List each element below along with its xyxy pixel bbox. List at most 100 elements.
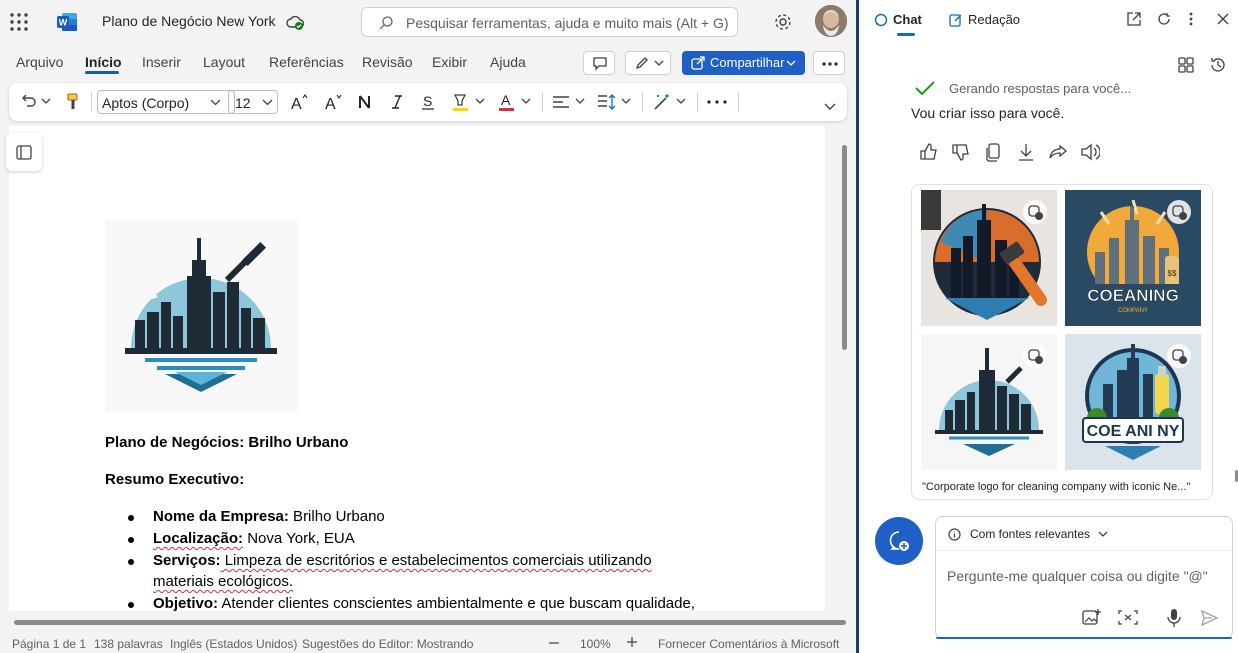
chevron-down-icon[interactable] <box>676 98 686 118</box>
bullet-marker <box>128 537 134 543</box>
share-icon <box>691 56 706 70</box>
generated-image-skyline-squeegee[interactable] <box>921 334 1057 470</box>
tab-revisao[interactable]: Revisão <box>362 54 413 70</box>
document-heading[interactable]: Plano de Negócios: Brilho Urbano <box>105 434 348 451</box>
copy-icon[interactable] <box>984 142 1004 162</box>
undo-icon[interactable] <box>19 92 37 112</box>
more-commands-icon[interactable] <box>707 100 727 120</box>
sources-dropdown[interactable]: Com fontes relevantes <box>936 517 1232 551</box>
svg-text:A: A <box>325 96 336 112</box>
chevron-down-icon <box>786 60 796 67</box>
tab-redacao[interactable]: Redação <box>968 12 1020 27</box>
plugins-grid-icon[interactable] <box>1177 56 1195 74</box>
settings-gear-icon[interactable] <box>773 12 793 32</box>
tab-referencias[interactable]: Referências <box>269 54 344 70</box>
grow-font-icon[interactable]: A <box>290 92 310 112</box>
list-item-continuation[interactable]: materiais ecológicos. <box>153 573 293 590</box>
list-item-label: Serviços: <box>153 552 221 569</box>
history-icon[interactable] <box>1209 56 1227 74</box>
chat-input-placeholder[interactable]: Pergunte-me qualquer coisa ou digite "@" <box>947 568 1208 584</box>
chevron-down-icon[interactable] <box>521 98 531 118</box>
expand-ribbon-chevron-icon[interactable] <box>824 103 836 123</box>
word-logo-icon[interactable]: W <box>56 11 78 33</box>
zoom-in-icon[interactable] <box>626 636 638 648</box>
tab-inserir[interactable]: Inserir <box>142 54 181 70</box>
zoom-out-icon[interactable] <box>548 634 560 648</box>
underline-icon[interactable]: S <box>421 92 435 112</box>
tab-layout[interactable]: Layout <box>203 54 245 70</box>
shrink-font-icon[interactable]: A <box>324 92 344 112</box>
chevron-down-icon[interactable] <box>621 98 631 118</box>
title-bar: W Plano de Negócio New York Pesquisar fe… <box>0 0 856 44</box>
list-item-text: Atender clientes conscientes ambientalme… <box>218 595 695 611</box>
list-item[interactable]: Nome da Empresa: Brilho Urbano <box>153 508 385 525</box>
comments-button[interactable] <box>583 51 615 75</box>
share-button[interactable]: Compartilhar <box>682 51 805 75</box>
navigation-pane-button[interactable] <box>6 133 42 171</box>
read-aloud-speaker-icon[interactable] <box>1080 142 1100 162</box>
generated-image-skyline-brush[interactable] <box>921 190 1057 326</box>
editor-suggestions-status[interactable]: Sugestões do Editor: Mostrando <box>302 637 473 651</box>
cloud-saved-icon[interactable] <box>286 13 304 31</box>
thumbs-up-icon[interactable] <box>919 142 939 162</box>
format-painter-icon[interactable] <box>65 92 81 112</box>
add-image-icon[interactable] <box>1082 608 1102 626</box>
thumbs-down-icon[interactable] <box>951 142 971 162</box>
save-image-icon[interactable] <box>1023 344 1047 368</box>
list-item-text: Brilho Urbano <box>288 508 385 525</box>
document-canvas[interactable]: Plano de Negócios: Brilho Urbano Resumo … <box>9 126 825 611</box>
styles-wand-icon[interactable] <box>652 92 672 112</box>
copilot-chat-icon <box>874 13 888 27</box>
chevron-down-icon[interactable] <box>475 98 485 118</box>
tab-chat[interactable]: Chat <box>893 12 922 27</box>
screenshot-capture-icon[interactable] <box>1118 609 1138 626</box>
page-count[interactable]: Página 1 de 1 <box>12 637 86 651</box>
language-status[interactable]: Inglês (Estados Unidos) <box>170 637 297 651</box>
tab-exibir[interactable]: Exibir <box>432 54 467 70</box>
font-name-dropdown[interactable]: Aptos (Corpo) <box>97 90 235 114</box>
bold-icon[interactable] <box>357 92 373 112</box>
tab-ajuda[interactable]: Ajuda <box>490 54 526 70</box>
feedback-link[interactable]: Fornecer Comentários à Microsoft <box>658 637 839 651</box>
download-icon[interactable] <box>1016 142 1036 162</box>
save-image-icon[interactable] <box>1167 200 1191 224</box>
generated-image-coeaning-company[interactable]: $$ COEANING COMPANY <box>1065 190 1201 326</box>
more-options-button[interactable] <box>813 51 845 75</box>
align-icon[interactable] <box>552 92 570 112</box>
refresh-icon[interactable] <box>1157 12 1171 26</box>
font-size-dropdown[interactable]: 12 <box>228 90 278 114</box>
microphone-icon[interactable] <box>1166 608 1182 628</box>
save-image-icon[interactable] <box>1167 344 1191 368</box>
horizontal-scrollbar-thumb[interactable] <box>14 620 846 625</box>
list-item[interactable]: Serviços: Limpeza de escritórios e estab… <box>153 552 652 569</box>
save-image-icon[interactable] <box>1023 200 1047 224</box>
open-in-window-icon[interactable] <box>1127 12 1141 26</box>
highlight-color-icon[interactable] <box>452 92 470 112</box>
tab-inicio[interactable]: Início <box>85 54 122 70</box>
chevron-down-icon[interactable] <box>575 98 585 118</box>
word-count[interactable]: 138 palavras <box>94 637 163 651</box>
editing-mode-button[interactable] <box>625 51 671 75</box>
more-options-icon[interactable] <box>1189 12 1193 26</box>
zoom-level[interactable]: 100% <box>580 637 611 651</box>
generated-image-coeani-ny[interactable]: COE ANI NY <box>1065 334 1201 470</box>
close-icon[interactable] <box>1216 12 1230 26</box>
section-title[interactable]: Resumo Executivo: <box>105 471 244 488</box>
send-icon[interactable] <box>1200 609 1218 627</box>
undo-dropdown-chevron-icon[interactable] <box>41 98 51 118</box>
svg-text:A: A <box>291 96 302 112</box>
font-color-icon[interactable]: A <box>498 92 516 112</box>
share-icon[interactable] <box>1048 142 1068 162</box>
search-box[interactable]: Pesquisar ferramentas, ajuda e muito mai… <box>361 7 738 37</box>
new-chat-button[interactable] <box>875 517 923 565</box>
document-title[interactable]: Plano de Negócio New York <box>102 13 276 29</box>
list-item[interactable]: Localização: Nova York, EUA <box>153 530 355 547</box>
app-launcher-icon[interactable] <box>9 12 29 32</box>
user-avatar[interactable] <box>815 5 847 37</box>
compose-pencil-icon <box>949 13 963 27</box>
line-spacing-icon[interactable] <box>597 92 617 112</box>
italic-icon[interactable] <box>390 92 404 112</box>
vertical-scrollbar-thumb[interactable] <box>842 145 847 350</box>
tab-arquivo[interactable]: Arquivo <box>16 54 63 70</box>
list-item[interactable]: Objetivo: Atender clientes conscientes a… <box>153 595 695 611</box>
